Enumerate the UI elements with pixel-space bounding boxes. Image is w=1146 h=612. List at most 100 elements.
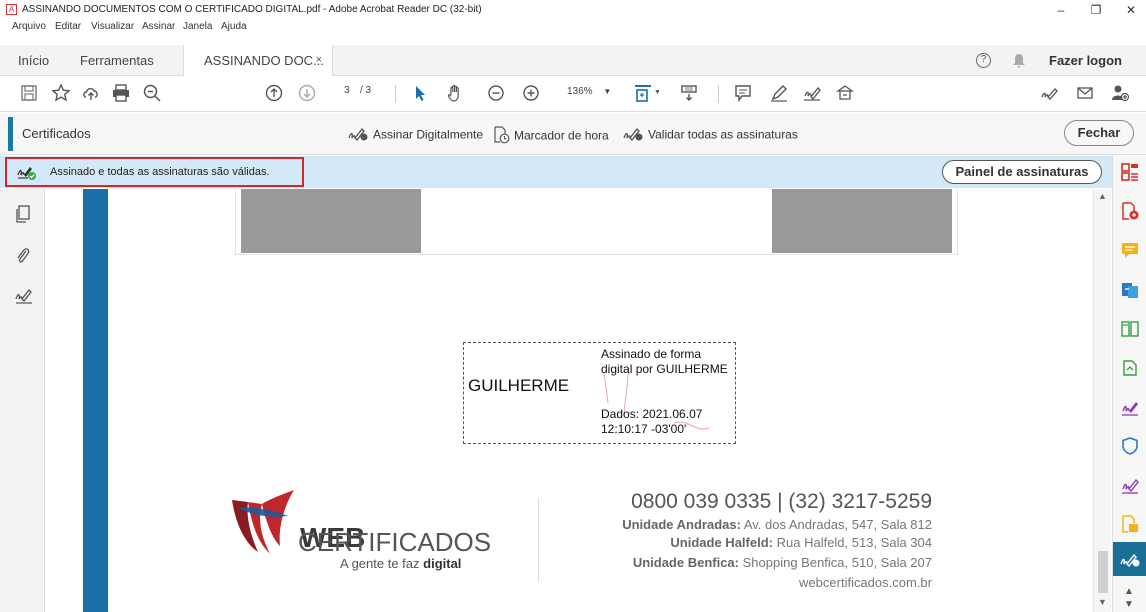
tab-close-icon[interactable]: × bbox=[316, 45, 322, 76]
menu-janela[interactable]: Janela bbox=[183, 21, 212, 32]
upload-cloud-icon[interactable] bbox=[80, 83, 102, 105]
page-decorative-blue-band bbox=[83, 189, 108, 612]
signatures-panel-icon[interactable] bbox=[14, 285, 34, 305]
zoom-in-icon[interactable] bbox=[520, 83, 542, 105]
organize-pages-icon[interactable] bbox=[1120, 319, 1140, 339]
contact-unit-halfeld: Unidade Halfeld: Rua Halfeld, 513, Sala … bbox=[560, 535, 932, 550]
menu-assinar[interactable]: Assinar bbox=[142, 21, 175, 32]
scroll-mode-icon[interactable] bbox=[678, 83, 700, 105]
scroll-up-icon[interactable]: ▲ bbox=[1098, 191, 1107, 201]
tab-tools[interactable]: Ferramentas bbox=[80, 45, 154, 76]
save-icon[interactable] bbox=[18, 83, 40, 105]
fill-sign-tool-icon[interactable] bbox=[1120, 397, 1140, 417]
menu-editar[interactable]: Editar bbox=[55, 21, 81, 32]
print-icon[interactable] bbox=[110, 83, 132, 105]
digital-signature-field[interactable]: GUILHERME Assinado de forma digital por … bbox=[463, 342, 736, 444]
right-pane-toggle-icon[interactable] bbox=[1120, 162, 1140, 182]
sign-digitally-label: Assinar Digitalmente bbox=[373, 127, 484, 142]
unit-benfica-address: Shopping Benfica, 510, Sala 207 bbox=[742, 555, 932, 570]
contact-unit-benfica: Unidade Benfica: Shopping Benfica, 510, … bbox=[560, 555, 932, 570]
page-thumbnails-icon[interactable] bbox=[14, 204, 34, 224]
next-page-icon[interactable] bbox=[296, 83, 318, 105]
scroll-tools-down-icon[interactable]: ▼ bbox=[1124, 599, 1134, 610]
toolbar-divider bbox=[395, 85, 396, 103]
menu-arquivo[interactable]: Arquivo bbox=[12, 21, 46, 32]
document-image-placeholder bbox=[241, 189, 421, 253]
signature-status-message: Assinado e todas as assinaturas são váli… bbox=[5, 157, 304, 187]
title-bar: A ASSINANDO DOCUMENTOS COM O CERTIFICADO… bbox=[0, 0, 1146, 20]
left-navigation-pane bbox=[0, 189, 45, 612]
scroll-tools-up-icon[interactable]: ▲ bbox=[1124, 586, 1134, 597]
help-icon[interactable]: ? bbox=[976, 53, 991, 68]
send-for-signature-icon[interactable] bbox=[1120, 475, 1140, 495]
acrobat-app-icon: A bbox=[6, 4, 17, 15]
bookmark-star-icon[interactable] bbox=[50, 83, 72, 105]
signature-status-text: Assinado e todas as assinaturas são váli… bbox=[50, 166, 270, 178]
bell-icon[interactable] bbox=[1012, 53, 1026, 72]
signature-line-1: Assinado de forma bbox=[601, 347, 702, 361]
protect-shield-icon[interactable] bbox=[1120, 436, 1140, 456]
chevron-down-icon: ▼ bbox=[603, 87, 612, 96]
hand-tool-icon[interactable] bbox=[444, 83, 466, 105]
validate-all-button[interactable]: Validar todas as assinaturas bbox=[622, 126, 798, 145]
signature-date: Dados: 2021.06.07 bbox=[601, 407, 703, 421]
scrollbar-thumb[interactable] bbox=[1098, 551, 1108, 593]
zoom-out-icon[interactable] bbox=[485, 83, 507, 105]
timestamp-icon bbox=[492, 126, 510, 147]
timestamp-label: Marcador de hora bbox=[514, 128, 609, 143]
menu-ajuda[interactable]: Ajuda bbox=[221, 21, 247, 32]
fill-sign-icon[interactable] bbox=[1038, 83, 1060, 105]
contact-unit-andradas: Unidade Andradas: Av. dos Andradas, 547,… bbox=[560, 517, 932, 532]
toolbar-divider bbox=[718, 85, 719, 103]
tab-home[interactable]: Início bbox=[18, 45, 49, 76]
sign-pen-icon[interactable] bbox=[801, 83, 823, 105]
unit-benfica-label: Unidade Benfica: bbox=[632, 555, 739, 570]
create-pdf-icon[interactable] bbox=[1120, 201, 1140, 221]
zoom-out-search-icon[interactable] bbox=[141, 83, 163, 105]
close-window-button[interactable]: ✕ bbox=[1116, 0, 1146, 20]
restore-button[interactable]: ❐ bbox=[1081, 0, 1111, 20]
tab-document[interactable]: ASSINANDO DOC... × bbox=[183, 45, 333, 77]
select-cursor-icon[interactable] bbox=[409, 83, 431, 105]
edit-pdf-icon[interactable] bbox=[1120, 358, 1140, 378]
certificates-title: Certificados bbox=[22, 126, 91, 141]
tab-bar: Início Ferramentas ASSINANDO DOC... × bbox=[0, 45, 1146, 77]
certificates-toolbar: Certificados Assinar Digitalmente Marcad… bbox=[0, 113, 1146, 155]
page-total: / 3 bbox=[360, 85, 372, 96]
vertical-scrollbar[interactable]: ▲ ▼ bbox=[1093, 189, 1111, 612]
contact-website[interactable]: webcertificados.com.br bbox=[560, 575, 932, 590]
menu-visualizar[interactable]: Visualizar bbox=[91, 21, 134, 32]
export-pdf-icon[interactable] bbox=[1120, 280, 1140, 300]
comment-icon[interactable] bbox=[732, 83, 754, 105]
fit-page-icon[interactable] bbox=[632, 83, 654, 105]
validate-all-label: Validar todas as assinaturas bbox=[648, 127, 798, 142]
login-link[interactable]: Fazer logon bbox=[1049, 53, 1122, 68]
fit-page-chevron-icon[interactable]: ▼ bbox=[654, 89, 661, 96]
signature-line-2: digital por GUILHERME bbox=[601, 362, 728, 376]
footer-divider bbox=[538, 498, 539, 582]
share-file-icon[interactable] bbox=[1120, 514, 1140, 534]
highlight-pen-icon[interactable] bbox=[768, 83, 790, 105]
signer-name: GUILHERME bbox=[468, 376, 570, 395]
scroll-down-icon[interactable]: ▼ bbox=[1098, 597, 1107, 607]
add-user-icon[interactable] bbox=[1109, 83, 1131, 105]
signature-valid-icon bbox=[17, 165, 37, 186]
attachments-icon[interactable] bbox=[14, 246, 34, 266]
email-icon[interactable] bbox=[1074, 83, 1096, 105]
timestamp-button[interactable]: Marcador de hora bbox=[492, 126, 609, 147]
minimize-button[interactable]: – bbox=[1046, 0, 1076, 20]
validate-signatures-icon bbox=[622, 126, 644, 145]
logo-tagline-text: A gente te faz bbox=[340, 556, 420, 571]
logo-certificados-text: CERTIFICADOS bbox=[298, 527, 491, 558]
certificates-tool-icon[interactable] bbox=[1113, 542, 1146, 576]
signature-panel-button[interactable]: Painel de assinaturas bbox=[942, 160, 1102, 184]
zoom-level-select[interactable]: 136% ▼ bbox=[567, 86, 611, 97]
more-tools-icon[interactable] bbox=[834, 83, 856, 105]
previous-page-icon[interactable] bbox=[263, 83, 285, 105]
page-number-input[interactable]: 3 bbox=[344, 85, 350, 96]
close-certificates-button[interactable]: Fechar bbox=[1064, 120, 1134, 146]
comment-tool-icon[interactable] bbox=[1120, 240, 1140, 260]
certificates-accent bbox=[8, 117, 13, 151]
sign-digitally-button[interactable]: Assinar Digitalmente bbox=[347, 126, 483, 145]
unit-halfeld-address: Rua Halfeld, 513, Sala 304 bbox=[776, 535, 932, 550]
